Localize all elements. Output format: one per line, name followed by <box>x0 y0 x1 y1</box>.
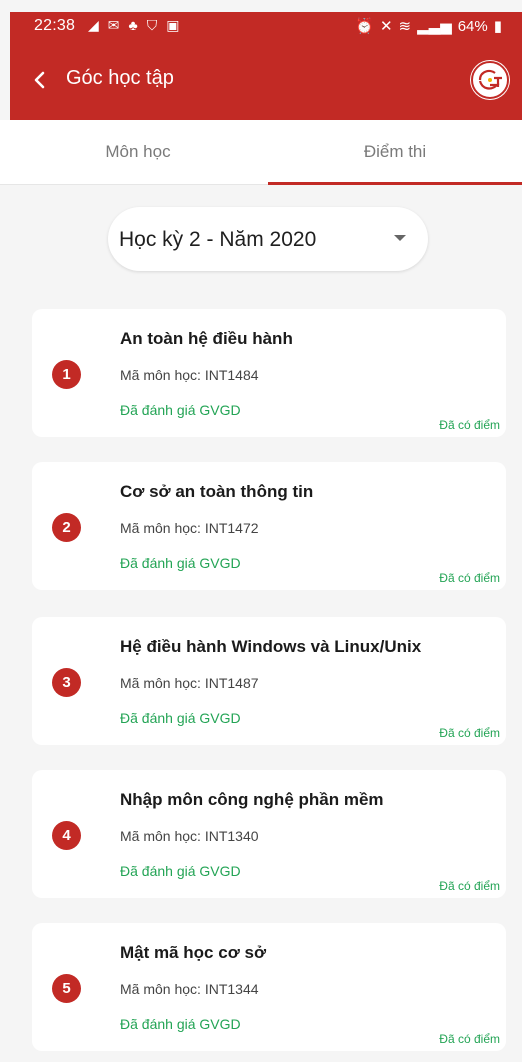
score-status: Đã có điểm <box>439 1032 500 1046</box>
status-right-icons: ⏰ ✕ ≋ ▂▃▅ 64% ▮ <box>355 17 502 36</box>
evaluation-status: Đã đánh giá GVGD <box>120 402 241 418</box>
battery-icon: ▮ <box>493 18 502 35</box>
evaluation-status: Đã đánh giá GVGD <box>120 555 241 571</box>
semester-label: Học kỳ 2 - Năm 2020 <box>119 228 317 251</box>
tab-scores[interactable]: Điểm thi <box>268 120 522 184</box>
app-screen: 22:38 ◢ ✉ ♣ ⛉ ▣ ⏰ ✕ ≋ ▂▃▅ 64% ▮ Góc học … <box>0 0 522 1062</box>
status-left-icons: ◢ ✉ ♣ ⛉ ▣ <box>88 18 179 32</box>
course-number-badge: 2 <box>52 513 81 542</box>
gmail-icon: ✉ <box>107 17 120 33</box>
page-title: Góc học tập <box>66 67 174 89</box>
course-number-badge: 4 <box>52 821 81 850</box>
course-number-badge: 5 <box>52 974 81 1003</box>
dropdown-arrow-icon <box>394 235 406 241</box>
course-name: Cơ sở an toàn thông tin <box>120 482 314 501</box>
evaluation-status: Đã đánh giá GVGD <box>120 1016 241 1032</box>
app-icon: ♣ <box>128 17 138 33</box>
evaluation-status: Đã đánh giá GVGD <box>120 863 241 879</box>
top-bar: 22:38 ◢ ✉ ♣ ⛉ ▣ ⏰ ✕ ≋ ▂▃▅ 64% ▮ Góc học … <box>10 12 522 120</box>
chevron-left-icon <box>34 71 45 89</box>
tab-bar: Môn học Điểm thi <box>0 120 522 185</box>
semester-dropdown[interactable]: Học kỳ 2 - Năm 2020 <box>108 207 428 271</box>
battery-level: 64% <box>457 17 488 35</box>
status-bar: 22:38 ◢ ✉ ♣ ⛉ ▣ ⏰ ✕ ≋ ▂▃▅ 64% ▮ <box>10 12 522 44</box>
logo-icon <box>471 61 509 99</box>
mute-icon: ✕ <box>379 18 393 35</box>
course-code: Mã môn học: INT1484 <box>120 367 259 383</box>
course-code: Mã môn học: INT1472 <box>120 520 259 536</box>
course-card[interactable]: 5 Mật mã học cơ sở Mã môn học: INT1344 Đ… <box>32 923 506 1051</box>
signal-icon: ▂▃▅ <box>417 18 452 35</box>
evaluation-status: Đã đánh giá GVGD <box>120 710 241 726</box>
avatar[interactable] <box>470 60 510 100</box>
course-name: Mật mã học cơ sở <box>120 943 267 962</box>
tab-scores-label: Điểm thi <box>363 142 427 161</box>
telegram-icon: ◢ <box>88 17 99 33</box>
back-button[interactable] <box>24 64 56 96</box>
course-name: An toàn hệ điều hành <box>120 329 293 348</box>
course-card[interactable]: 3 Hệ điều hành Windows và Linux/Unix Mã … <box>32 617 506 745</box>
image-icon: ▣ <box>166 17 180 33</box>
wifi-icon: ≋ <box>398 18 412 35</box>
course-name: Nhập môn công nghệ phần mềm <box>120 790 384 809</box>
app-bar: Góc học tập <box>10 44 522 120</box>
course-code: Mã môn học: INT1487 <box>120 675 259 691</box>
tab-subjects-label: Môn học <box>105 142 171 161</box>
course-number-badge: 3 <box>52 668 81 697</box>
tab-subjects[interactable]: Môn học <box>10 120 266 184</box>
course-card[interactable]: 1 An toàn hệ điều hành Mã môn học: INT14… <box>32 309 506 437</box>
course-name: Hệ điều hành Windows và Linux/Unix <box>120 637 422 656</box>
shield-icon: ⛉ <box>146 17 158 33</box>
alarm-icon: ⏰ <box>355 18 374 35</box>
status-time: 22:38 <box>34 17 76 34</box>
score-status: Đã có điểm <box>439 571 500 585</box>
score-status: Đã có điểm <box>439 726 500 740</box>
course-card[interactable]: 4 Nhập môn công nghệ phần mềm Mã môn học… <box>32 770 506 898</box>
course-code: Mã môn học: INT1340 <box>120 828 259 844</box>
score-status: Đã có điểm <box>439 879 500 893</box>
course-number-badge: 1 <box>52 360 81 389</box>
active-tab-indicator <box>268 182 522 185</box>
score-status: Đã có điểm <box>439 418 500 432</box>
course-code: Mã môn học: INT1344 <box>120 981 259 997</box>
course-card[interactable]: 2 Cơ sở an toàn thông tin Mã môn học: IN… <box>32 462 506 590</box>
